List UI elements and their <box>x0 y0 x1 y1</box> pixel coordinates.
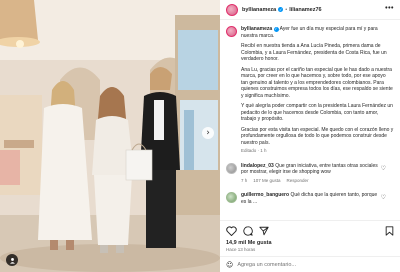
comment-time: 7 h <box>241 177 248 183</box>
post-photo[interactable]: › <box>0 0 220 272</box>
like-icon[interactable] <box>226 226 237 236</box>
comment-icon[interactable] <box>243 226 253 236</box>
tagged-users-icon[interactable] <box>6 254 18 266</box>
comment-like-icon[interactable]: ♡ <box>381 194 386 201</box>
post-actions: 14,9 mil Me gusta Hace 13 horas <box>220 220 400 252</box>
comment-item: lindalopez_03 Que gran iniciativa, entre… <box>226 162 394 185</box>
caption-paragraph: Recibí en nuestra tienda a Ana Lucía Pin… <box>241 43 387 62</box>
avatar[interactable] <box>226 26 237 37</box>
share-icon[interactable] <box>259 226 269 236</box>
more-options-icon[interactable]: ••• <box>385 5 394 12</box>
comment-username[interactable]: lindalopez_03 <box>241 163 274 169</box>
emoji-icon[interactable]: ☺ <box>226 261 233 269</box>
comment-input[interactable] <box>237 261 368 268</box>
comment-username[interactable]: guillermo_banguero <box>241 192 289 198</box>
caption-paragraph: Y qué alegría poder compartir con la pre… <box>241 103 393 122</box>
avatar[interactable] <box>226 162 237 174</box>
caption-paragraph: Ana Lu, gracias por el cariño tan especi… <box>241 66 393 99</box>
post-time: Hace 13 horas <box>226 247 256 252</box>
store-visit-photo <box>0 0 220 272</box>
caption-paragraph: byllianameza ✓ Ayer fue un día muy espec… <box>241 26 394 39</box>
avatar[interactable] <box>226 192 237 203</box>
author-username[interactable]: byllianameza <box>242 7 276 13</box>
comment-likes[interactable]: 107 Me gusta <box>253 178 280 185</box>
caption-paragraph: Gracias por esta visita tan especial. Me… <box>241 126 394 146</box>
coauthor-username[interactable]: lilianamez76 <box>289 7 321 13</box>
comments-section[interactable]: byllianameza ✓ Ayer fue un día muy espec… <box>220 22 400 218</box>
caption-timestamp: Editado · 1 h <box>241 148 267 153</box>
reply-button[interactable]: Responder <box>287 178 309 185</box>
comment-item: guillermo_banguero Qué dicha que la quie… <box>226 192 394 205</box>
caption: byllianameza ✓ Ayer fue un día muy espec… <box>226 26 394 155</box>
post-panel: byllianameza ✓ • lilianamez76 ••• byllia… <box>220 0 400 272</box>
verified-icon: ✓ <box>278 6 284 12</box>
likes-count[interactable]: 14,9 mil Me gusta <box>226 240 394 246</box>
next-photo-button[interactable]: › <box>202 127 214 139</box>
add-comment-bar: ☺ <box>220 256 400 272</box>
comment-like-icon[interactable]: ♡ <box>381 165 386 172</box>
avatar[interactable] <box>226 3 238 16</box>
caption-username[interactable]: byllianameza <box>241 26 272 32</box>
post-header: byllianameza ✓ • lilianamez76 ••• <box>220 0 400 20</box>
bookmark-icon[interactable] <box>385 226 394 236</box>
verified-icon: ✓ <box>273 26 279 32</box>
separator: • <box>285 6 288 13</box>
